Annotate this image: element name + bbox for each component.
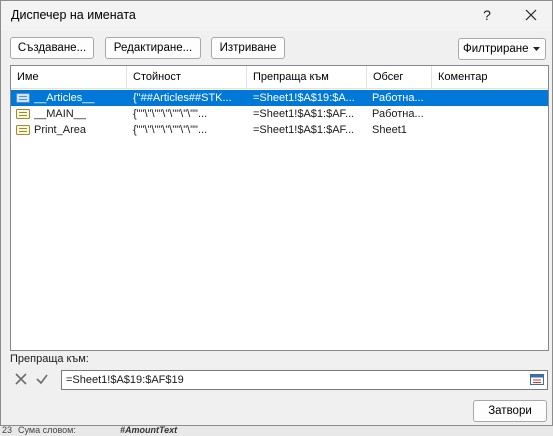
filter-dropdown-label: Филтриране	[463, 43, 529, 55]
collapse-dialog-button[interactable]	[529, 372, 545, 387]
close-dialog-button[interactable]: Затвори	[473, 400, 547, 422]
name-icon	[16, 125, 30, 135]
cancel-x-icon	[15, 373, 27, 385]
refers-to-label: Препраща към:	[10, 353, 89, 365]
header-refers-to[interactable]: Препраща към	[247, 66, 367, 88]
row-value: {""\"\""\"\""\"\""...	[133, 108, 208, 120]
row-name: __Articles__	[34, 92, 95, 104]
row-comment	[438, 106, 538, 122]
close-button[interactable]	[520, 4, 542, 26]
table-row[interactable]: __Articles__ {"##Articles##STK... =Sheet…	[11, 90, 548, 106]
list-header: Име Стойност Препраща към Обсег Коментар	[11, 66, 548, 89]
row-refers-to: =Sheet1!$A$1:$AF...	[253, 108, 355, 120]
row-name: Print_Area	[34, 124, 86, 136]
cancel-edit-button[interactable]	[12, 370, 30, 388]
row-value: {""\"\""\"\""\"\""...	[133, 124, 208, 136]
dialog-title: Диспечер на имената	[11, 8, 136, 22]
row-scope: Работна...	[372, 108, 424, 120]
row-comment	[438, 90, 538, 106]
refers-to-value: =Sheet1!$A$19:$AF$19	[66, 374, 184, 386]
background-sheet-strip: 23 Сума словом: #AmountText	[0, 425, 553, 436]
name-icon	[16, 109, 30, 119]
row-refers-to: =Sheet1!$A$19:$A...	[253, 92, 355, 104]
header-comment[interactable]: Коментар	[432, 66, 548, 88]
background-row-number: 23	[2, 425, 13, 435]
edit-button-label: Редактиране...	[113, 42, 193, 54]
name-icon	[16, 93, 30, 103]
table-row[interactable]: Print_Area {""\"\""\"\""\"\""... =Sheet1…	[11, 122, 548, 138]
row-name: __MAIN__	[34, 108, 86, 120]
row-scope: Работна...	[372, 92, 424, 104]
help-button[interactable]: ?	[476, 4, 498, 26]
row-refers-to: =Sheet1!$A$1:$AF...	[253, 124, 355, 136]
row-comment	[438, 122, 538, 138]
close-icon	[525, 9, 537, 21]
close-dialog-label: Затвори	[488, 405, 532, 417]
background-cell-a: Сума словом:	[18, 425, 76, 435]
header-value[interactable]: Стойност	[127, 66, 247, 88]
background-cell-b: #AmountText	[120, 425, 178, 435]
row-value: {"##Articles##STK...	[133, 92, 232, 104]
edit-button[interactable]: Редактиране...	[105, 37, 201, 59]
header-name[interactable]: Име	[11, 66, 127, 88]
confirm-edit-button[interactable]	[33, 370, 51, 388]
confirm-check-icon	[36, 374, 48, 385]
header-scope[interactable]: Обсег	[367, 66, 432, 88]
name-manager-dialog: Диспечер на имената ? Създаване... Редак…	[0, 0, 553, 426]
delete-button[interactable]: Изтриване	[211, 37, 285, 59]
names-list[interactable]: Име Стойност Препраща към Обсег Коментар…	[10, 65, 549, 351]
title-bar: Диспечер на имената ?	[1, 1, 552, 31]
table-row[interactable]: __MAIN__ {""\"\""\"\""\"\""... =Sheet1!$…	[11, 106, 548, 122]
help-icon: ?	[483, 7, 491, 23]
row-scope: Sheet1	[372, 124, 407, 136]
delete-button-label: Изтриване	[219, 42, 277, 54]
dropdown-arrow-icon	[533, 47, 540, 51]
collapse-dialog-icon	[530, 374, 544, 385]
new-button-label: Създаване...	[17, 42, 87, 54]
new-button[interactable]: Създаване...	[10, 37, 94, 59]
filter-dropdown[interactable]: Филтриране	[458, 38, 546, 60]
refers-to-input[interactable]: =Sheet1!$A$19:$AF$19	[61, 370, 548, 390]
